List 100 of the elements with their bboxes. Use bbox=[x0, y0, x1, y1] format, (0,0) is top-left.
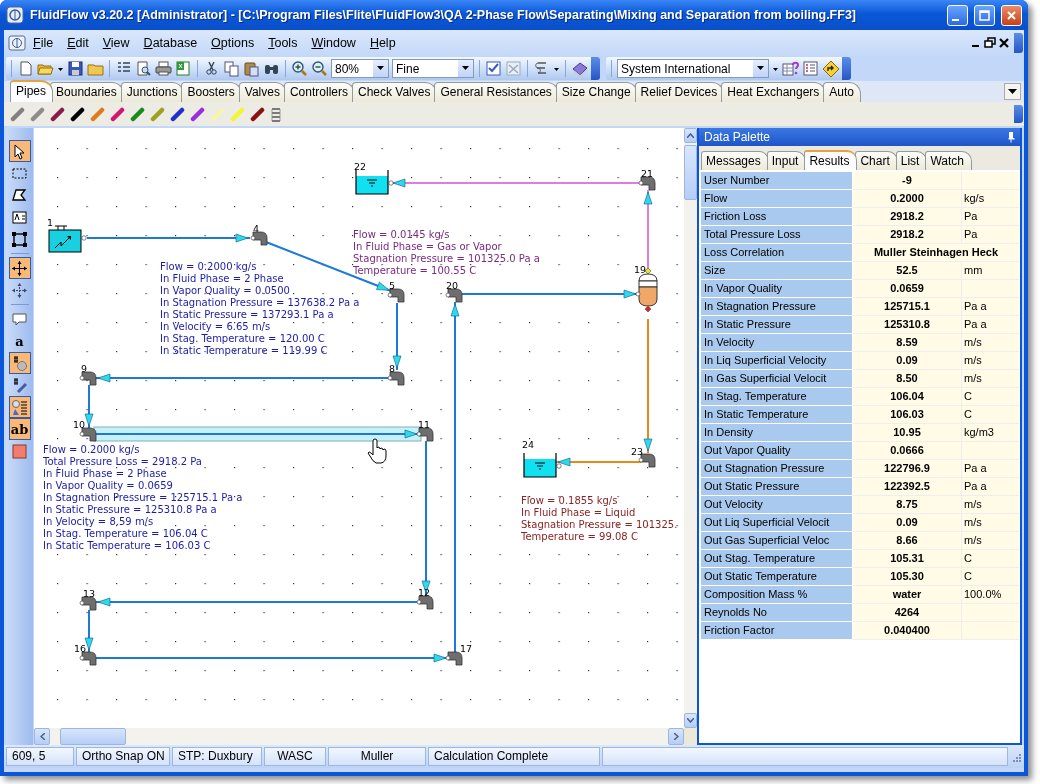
paste-icon[interactable] bbox=[243, 60, 260, 77]
new-document-icon[interactable] bbox=[17, 60, 34, 77]
scroll-down-button[interactable] bbox=[684, 713, 697, 728]
menu-item[interactable]: View bbox=[95, 31, 137, 55]
component-tab[interactable]: Auto bbox=[823, 82, 862, 102]
move-tool[interactable] bbox=[8, 257, 31, 279]
scroll-up-button[interactable] bbox=[684, 128, 697, 143]
scrollbar-thumb[interactable] bbox=[684, 145, 697, 200]
source-node[interactable] bbox=[48, 225, 87, 253]
component-tab[interactable]: Size Change bbox=[555, 82, 638, 102]
maximize-button[interactable] bbox=[974, 4, 995, 26]
elbow-node[interactable] bbox=[387, 371, 405, 386]
menu-item[interactable]: Options bbox=[204, 31, 262, 55]
property-unit: mm bbox=[961, 262, 1019, 280]
panel-tab[interactable]: List bbox=[895, 151, 928, 170]
label-tool[interactable]: a bbox=[8, 330, 31, 352]
save-icon[interactable] bbox=[67, 60, 84, 77]
node-number: 9 bbox=[81, 363, 88, 374]
restore-icon[interactable] bbox=[983, 36, 997, 50]
panel-tab[interactable]: Watch bbox=[925, 151, 972, 170]
component-tab[interactable]: Pipes bbox=[10, 80, 54, 102]
property-name: Size bbox=[701, 262, 852, 280]
menu-item[interactable]: Edit bbox=[60, 31, 96, 55]
arrow-left-icon bbox=[39, 733, 45, 740]
scrollbar-thumb[interactable] bbox=[60, 728, 126, 745]
property-name: Out Stag. Temperature bbox=[701, 550, 852, 568]
elbow-node[interactable] bbox=[79, 596, 97, 611]
elbow-node[interactable] bbox=[250, 231, 268, 246]
tank-node[interactable] bbox=[355, 169, 394, 195]
scroll-right-button[interactable] bbox=[668, 728, 684, 745]
node-number: 4 bbox=[253, 223, 260, 234]
menu-item[interactable]: Help bbox=[362, 31, 403, 55]
menu-item[interactable]: File bbox=[26, 31, 61, 55]
elbow-node[interactable] bbox=[79, 371, 97, 386]
elbow-node[interactable] bbox=[387, 288, 405, 303]
elbow-node[interactable] bbox=[445, 651, 463, 666]
text-tool[interactable]: ab bbox=[8, 418, 31, 440]
spring-icon[interactable] bbox=[270, 105, 282, 123]
menu-item[interactable]: Tools bbox=[261, 31, 305, 55]
elbow-node[interactable] bbox=[638, 176, 656, 191]
pipe[interactable] bbox=[450, 301, 460, 653]
zoom-in-icon[interactable] bbox=[291, 60, 308, 77]
component-tab[interactable]: Valves bbox=[238, 82, 287, 102]
dropdown-field[interactable]: Fine bbox=[392, 59, 474, 78]
status-field: STP: Duxbury bbox=[172, 747, 262, 766]
pipe-icon[interactable] bbox=[170, 106, 185, 122]
zoom-out-icon[interactable] bbox=[311, 60, 328, 77]
results-tool[interactable] bbox=[8, 396, 31, 418]
pointer-tool[interactable] bbox=[8, 140, 31, 162]
vertical-scrollbar[interactable] bbox=[684, 128, 697, 728]
pipe[interactable] bbox=[555, 457, 642, 467]
menu-item[interactable]: Database bbox=[136, 31, 205, 55]
panel-tab[interactable]: Input bbox=[766, 151, 807, 170]
spreadsheet-icon[interactable] bbox=[175, 60, 192, 77]
status-field: Ortho Snap ON bbox=[76, 747, 170, 766]
help-grid-icon[interactable] bbox=[782, 60, 799, 77]
close-button[interactable] bbox=[1001, 4, 1022, 26]
node-number-tool[interactable] bbox=[8, 352, 31, 374]
printer-icon[interactable] bbox=[155, 60, 172, 77]
pipe-icon[interactable] bbox=[250, 106, 265, 122]
pipe[interactable] bbox=[421, 440, 431, 596]
menu-item[interactable]: Window bbox=[304, 31, 363, 55]
tabs-dropdown-button[interactable] bbox=[1004, 83, 1021, 100]
component-tab[interactable]: Boosters bbox=[181, 82, 242, 102]
separator-node[interactable] bbox=[635, 267, 658, 313]
pipe[interactable] bbox=[84, 609, 94, 653]
elbow-node[interactable] bbox=[79, 651, 97, 666]
component-tab[interactable]: Boundaries bbox=[50, 82, 124, 102]
scroll-left-button[interactable] bbox=[34, 728, 50, 745]
scissors-icon[interactable] bbox=[203, 60, 220, 77]
result-label: Flow = 0.0145 kg/s bbox=[353, 229, 450, 241]
component-tab[interactable]: Controllers bbox=[283, 82, 355, 102]
diamond-sign-icon[interactable] bbox=[822, 60, 839, 77]
dropdown-field[interactable]: System International bbox=[617, 59, 769, 78]
panel-tab[interactable]: Results bbox=[804, 150, 858, 170]
pipe[interactable] bbox=[84, 384, 94, 429]
dropdown-field[interactable]: 80% bbox=[331, 59, 389, 78]
pin-icon[interactable] bbox=[1007, 131, 1015, 143]
elbow-node[interactable] bbox=[416, 427, 434, 442]
horizontal-scrollbar[interactable] bbox=[34, 728, 697, 745]
pipe-icon[interactable] bbox=[70, 106, 85, 122]
component-tab[interactable]: General Resistances bbox=[434, 82, 559, 102]
property-name: Total Pressure Loss bbox=[701, 226, 852, 244]
toolbar-overflow-button[interactable] bbox=[1014, 105, 1023, 123]
elbow-node[interactable] bbox=[416, 595, 434, 610]
pipe-icon[interactable] bbox=[50, 106, 65, 122]
panel-tab[interactable]: Chart bbox=[855, 151, 898, 170]
panel-tab[interactable]: Messages bbox=[701, 151, 769, 170]
elbow-node[interactable] bbox=[79, 427, 97, 442]
checklist-icon[interactable] bbox=[485, 60, 502, 77]
copy-icon[interactable] bbox=[223, 60, 240, 77]
document-icon bbox=[8, 35, 26, 51]
tank-node[interactable] bbox=[523, 452, 562, 478]
minimize-button[interactable] bbox=[947, 4, 968, 26]
pipe[interactable] bbox=[86, 233, 251, 243]
elbow-node[interactable] bbox=[638, 453, 656, 468]
close-icon[interactable] bbox=[997, 36, 1011, 50]
print-preview-icon[interactable] bbox=[135, 60, 152, 77]
elbow-node[interactable] bbox=[445, 288, 463, 303]
node-number: 13 bbox=[83, 588, 96, 599]
